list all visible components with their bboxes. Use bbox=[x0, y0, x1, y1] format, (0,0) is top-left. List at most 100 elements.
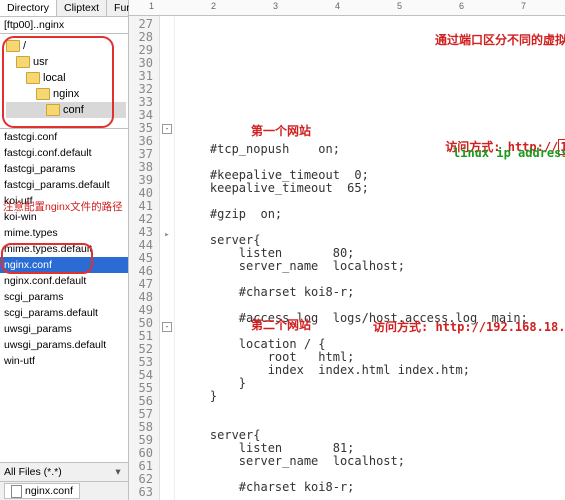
filter-label: All Files (*.*) bbox=[4, 466, 62, 478]
annotation-path-note: 注意配置nginx文件的路径 bbox=[3, 199, 123, 214]
line-gutter: 2728293031323334353637383940414243444546… bbox=[129, 16, 160, 500]
code-line: #gzip on; bbox=[181, 208, 565, 221]
fold-cell[interactable] bbox=[160, 83, 174, 96]
fold-cell[interactable] bbox=[160, 294, 174, 307]
folder-icon bbox=[26, 72, 40, 84]
fold-cell[interactable] bbox=[160, 57, 174, 70]
ruler-mark: 6 bbox=[459, 1, 464, 11]
file-item[interactable]: uwsgi_params.default bbox=[0, 337, 128, 353]
fold-cell[interactable] bbox=[160, 348, 174, 361]
code-line: #tcp_nopush on; bbox=[181, 143, 565, 156]
folder-icon bbox=[36, 88, 50, 100]
file-item[interactable]: fastcgi_params.default bbox=[0, 177, 128, 193]
address-bar[interactable]: [ftp00]..nginx bbox=[0, 17, 128, 34]
code-line: #charset koi8-r; bbox=[181, 286, 565, 299]
code-line: } bbox=[181, 377, 565, 390]
open-files-bar: nginx.conf bbox=[0, 481, 128, 500]
folder-tree: / usr local nginx conf bbox=[0, 34, 128, 128]
fold-cell[interactable] bbox=[160, 176, 174, 189]
file-filter[interactable]: All Files (*.*) ▾ bbox=[0, 462, 128, 481]
file-item[interactable]: fastcgi.conf.default bbox=[0, 145, 128, 161]
fold-cell[interactable] bbox=[160, 426, 174, 439]
tab-directory[interactable]: Directory bbox=[0, 0, 57, 16]
tree-item-root[interactable]: / bbox=[6, 38, 126, 54]
ruler: 1234567 bbox=[129, 0, 565, 16]
fold-cell[interactable] bbox=[160, 163, 174, 176]
tree-label: local bbox=[43, 72, 66, 84]
file-item[interactable]: fastcgi_params bbox=[0, 161, 128, 177]
file-item[interactable]: fastcgi.conf bbox=[0, 129, 128, 145]
fold-gutter: - ▸ - bbox=[160, 16, 175, 500]
fold-cell[interactable] bbox=[160, 465, 174, 478]
fold-cell[interactable]: ▸ bbox=[160, 229, 174, 242]
tree-label: / bbox=[23, 40, 26, 52]
fold-cell[interactable] bbox=[160, 400, 174, 413]
file-list: 注意配置nginx文件的路径 fastcgi.conffastcgi.conf.… bbox=[0, 128, 128, 462]
tree-item-local[interactable]: local bbox=[6, 70, 126, 86]
code-line: server_name localhost; bbox=[181, 260, 565, 273]
fold-cell[interactable] bbox=[160, 215, 174, 228]
tree-label: nginx bbox=[53, 88, 79, 100]
ruler-mark: 5 bbox=[397, 1, 402, 11]
code-line: server_name localhost; bbox=[181, 455, 565, 468]
file-item[interactable]: nginx.conf.default bbox=[0, 273, 128, 289]
tree-item-conf[interactable]: conf bbox=[6, 102, 126, 118]
folder-icon bbox=[46, 104, 60, 116]
chevron-down-icon: ▾ bbox=[112, 466, 124, 478]
fold-cell[interactable] bbox=[160, 307, 174, 320]
code-line: #access_log logs/host.access.log main; bbox=[181, 312, 565, 325]
code-line: } bbox=[181, 390, 565, 403]
file-item[interactable]: scgi_params bbox=[0, 289, 128, 305]
fold-cell[interactable] bbox=[160, 18, 174, 31]
fold-cell[interactable] bbox=[160, 96, 174, 109]
fold-cell[interactable] bbox=[160, 202, 174, 215]
fold-cell[interactable] bbox=[160, 439, 174, 452]
fold-cell[interactable] bbox=[160, 70, 174, 83]
tab-cliptext[interactable]: Cliptext bbox=[57, 0, 107, 16]
fold-cell[interactable] bbox=[160, 491, 174, 500]
fold-cell[interactable] bbox=[160, 44, 174, 57]
ruler-mark: 7 bbox=[521, 1, 526, 11]
file-item[interactable]: win-utf bbox=[0, 353, 128, 369]
file-icon bbox=[11, 485, 22, 498]
code-line: keepalive_timeout 65; bbox=[181, 182, 565, 195]
open-file-tab[interactable]: nginx.conf bbox=[4, 483, 80, 499]
ruler-mark: 4 bbox=[335, 1, 340, 11]
fold-cell[interactable] bbox=[160, 137, 174, 150]
fold-cell[interactable] bbox=[160, 281, 174, 294]
fold-cell[interactable] bbox=[160, 452, 174, 465]
fold-cell[interactable] bbox=[160, 255, 174, 268]
fold-cell[interactable] bbox=[160, 387, 174, 400]
fold-cell[interactable] bbox=[160, 374, 174, 387]
tree-item-usr[interactable]: usr bbox=[6, 54, 126, 70]
file-item[interactable]: nginx.conf bbox=[0, 257, 128, 273]
fold-cell[interactable] bbox=[160, 335, 174, 348]
tree-label: conf bbox=[63, 104, 84, 116]
fold-cell[interactable]: - bbox=[160, 124, 174, 137]
file-item[interactable]: mime.types bbox=[0, 225, 128, 241]
file-item[interactable]: uwsgi_params bbox=[0, 321, 128, 337]
ruler-mark: 2 bbox=[211, 1, 216, 11]
tree-label: usr bbox=[33, 56, 48, 68]
fold-cell[interactable] bbox=[160, 268, 174, 281]
folder-icon bbox=[6, 40, 20, 52]
folder-icon bbox=[16, 56, 30, 68]
code-line bbox=[181, 494, 565, 500]
file-item[interactable]: scgi_params.default bbox=[0, 305, 128, 321]
fold-cell[interactable] bbox=[160, 150, 174, 163]
sidebar: Directory Cliptext Functions [ftp00]..ng… bbox=[0, 0, 129, 500]
fold-cell[interactable] bbox=[160, 109, 174, 122]
fold-cell[interactable] bbox=[160, 31, 174, 44]
file-item[interactable]: mime.types.default bbox=[0, 241, 128, 257]
fold-cell[interactable] bbox=[160, 242, 174, 255]
code-content[interactable]: 通过端口区分不同的虚拟主机 第一个网站 访问方式: http://192.168… bbox=[175, 16, 565, 500]
code-area: 2728293031323334353637383940414243444546… bbox=[129, 16, 565, 500]
tree-item-nginx[interactable]: nginx bbox=[6, 86, 126, 102]
fold-cell[interactable] bbox=[160, 361, 174, 374]
ruler-mark: 3 bbox=[273, 1, 278, 11]
fold-cell[interactable] bbox=[160, 189, 174, 202]
fold-cell[interactable]: - bbox=[160, 322, 174, 335]
code-line bbox=[181, 403, 565, 416]
fold-cell[interactable] bbox=[160, 413, 174, 426]
fold-cell[interactable] bbox=[160, 478, 174, 491]
